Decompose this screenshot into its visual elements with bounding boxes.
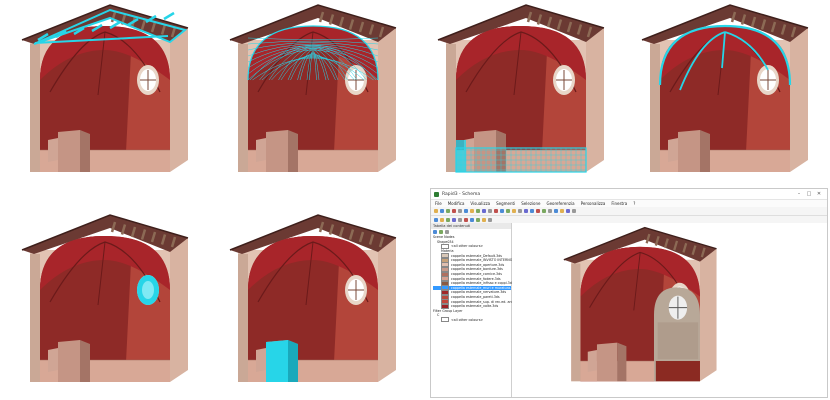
- menu-item-7[interactable]: Finestra: [611, 201, 627, 206]
- toolbar-tool-icon[interactable]: [464, 218, 468, 222]
- toolbar-tool-icon[interactable]: [506, 209, 510, 213]
- close-icon[interactable]: ✕: [814, 191, 824, 197]
- tree-item-label: cappella esternale_infisso e coppi.3ds: [451, 281, 514, 286]
- menu-item-1[interactable]: Modifica: [448, 201, 465, 206]
- tree-item-label: <all other colours>: [451, 317, 484, 322]
- contents-panel: Tabella dei contenuti Scene Nodes Shape03…: [431, 223, 529, 397]
- chapel-render-6: [228, 210, 398, 400]
- toolbar-tool-icon[interactable]: [446, 218, 450, 222]
- toolbar-tool-icon[interactable]: [452, 218, 456, 222]
- maximize-icon[interactable]: □: [804, 191, 814, 197]
- toolbar-top: [431, 207, 827, 216]
- tree-item-label: cappella esternale_muri e muratura.3ds: [451, 285, 518, 290]
- toolbar-tool-icon[interactable]: [500, 209, 504, 213]
- toolbar-tool-icon[interactable]: [518, 209, 522, 213]
- 3d-viewport[interactable]: [512, 223, 827, 397]
- menu-item-2[interactable]: Visualizza: [470, 201, 490, 206]
- chapel-render-5: [20, 210, 190, 400]
- toolbar-tool-icon[interactable]: [476, 218, 480, 222]
- tree-item-label: C: [437, 313, 440, 318]
- tree-item-label: <all other colours>: [451, 244, 484, 249]
- menu-item-0[interactable]: File: [435, 201, 442, 206]
- tree-item-label: cappella esternale_pareti.3ds: [451, 295, 500, 300]
- tree-item-label: cappella esternale_aperture.3ds: [451, 262, 505, 267]
- tree-item-label: cappella esternale_fodere.3ds: [451, 276, 501, 281]
- toolbar-tool-icon[interactable]: [440, 218, 444, 222]
- tree-item-label: cappella esternale_Default.3ds: [451, 253, 503, 258]
- menu-item-6[interactable]: Personalizza: [581, 201, 606, 206]
- toolbar-tool-icon[interactable]: [458, 218, 462, 222]
- toolbar-tool-icon[interactable]: [434, 209, 438, 213]
- tree-item-label: cappella esternale_cornice.3ds: [451, 272, 502, 277]
- window-title: Rapid3 - Schema: [442, 191, 481, 197]
- toolbar-tool-icon[interactable]: [560, 209, 564, 213]
- tree-item-label: cappella esternale_INVISTO INTERNO.3ds: [451, 258, 520, 263]
- toolbar-tool-icon[interactable]: [434, 218, 438, 222]
- toolbar-tool-icon[interactable]: [446, 209, 450, 213]
- collapse-icon[interactable]: [439, 230, 443, 234]
- tree-item-label: Scene Nodes: [433, 235, 455, 240]
- toolbar-tool-icon[interactable]: [464, 209, 468, 213]
- chapel-render-4: [640, 0, 810, 190]
- minimize-icon[interactable]: –: [794, 191, 804, 197]
- toolbar-tool-icon[interactable]: [452, 209, 456, 213]
- toolbar-tool-icon[interactable]: [536, 209, 540, 213]
- color-swatch: [441, 317, 449, 323]
- toolbar-tool-icon[interactable]: [482, 209, 486, 213]
- toolbar-tool-icon[interactable]: [488, 209, 492, 213]
- app-window: Rapid3 - Schema – □ ✕ File Modifica Visual…: [430, 188, 828, 398]
- viewport-chapel-model: [562, 223, 718, 397]
- tree-item-label: Filter Group Layer: [433, 308, 463, 313]
- toolbar-tool-icon[interactable]: [482, 218, 486, 222]
- toolbar-tool-icon[interactable]: [488, 218, 492, 222]
- toolbar-tool-icon[interactable]: [440, 209, 444, 213]
- menu-item-3[interactable]: Segmenti: [496, 201, 515, 206]
- tree-item[interactable]: <all other colours>: [433, 317, 511, 323]
- toolbar-tool-icon[interactable]: [524, 209, 528, 213]
- toolbar-tool-icon[interactable]: [530, 209, 534, 213]
- chapel-render-1: [20, 0, 190, 190]
- title-bar: Rapid3 - Schema – □ ✕: [431, 189, 827, 200]
- toolbar-tool-icon[interactable]: [476, 209, 480, 213]
- toolbar-tool-icon[interactable]: [548, 209, 552, 213]
- chapel-render-3: [436, 0, 606, 190]
- filter-icon[interactable]: [445, 230, 449, 234]
- toolbar-tool-icon[interactable]: [512, 209, 516, 213]
- app-icon: [434, 191, 439, 197]
- layer-tree: Scene Nodes Shape034 <all other colours> Ma…: [431, 235, 529, 323]
- menu-item-8[interactable]: ?: [633, 201, 635, 206]
- toolbar-tool-icon[interactable]: [554, 209, 558, 213]
- workspace: Tabella dei contenuti Scene Nodes Shape03…: [431, 223, 827, 397]
- toolbar-tool-icon[interactable]: [470, 209, 474, 213]
- toolbar-tool-icon[interactable]: [542, 209, 546, 213]
- toolbar-tool-icon[interactable]: [458, 209, 462, 213]
- expand-icon[interactable]: [433, 230, 437, 234]
- chapel-render-2: [228, 0, 398, 190]
- toolbar-tool-icon[interactable]: [470, 218, 474, 222]
- menu-bar: File Modifica Visualizza Segmenti Selezione G…: [431, 200, 827, 207]
- toolbar-tool-icon[interactable]: [494, 209, 498, 213]
- menu-item-5[interactable]: Georeferenzia: [546, 201, 574, 206]
- tree-item-label: cappella esternale_bordure.3ds: [451, 267, 503, 272]
- tree-item-label: cappella esternale_nervature.3ds: [451, 290, 507, 295]
- toolbar-tool-icon[interactable]: [566, 209, 570, 213]
- menu-item-4[interactable]: Selezione: [521, 201, 540, 206]
- toolbar-tool-icon[interactable]: [572, 209, 576, 213]
- tree-item-label: cappella esternale_volte.3ds: [451, 304, 499, 309]
